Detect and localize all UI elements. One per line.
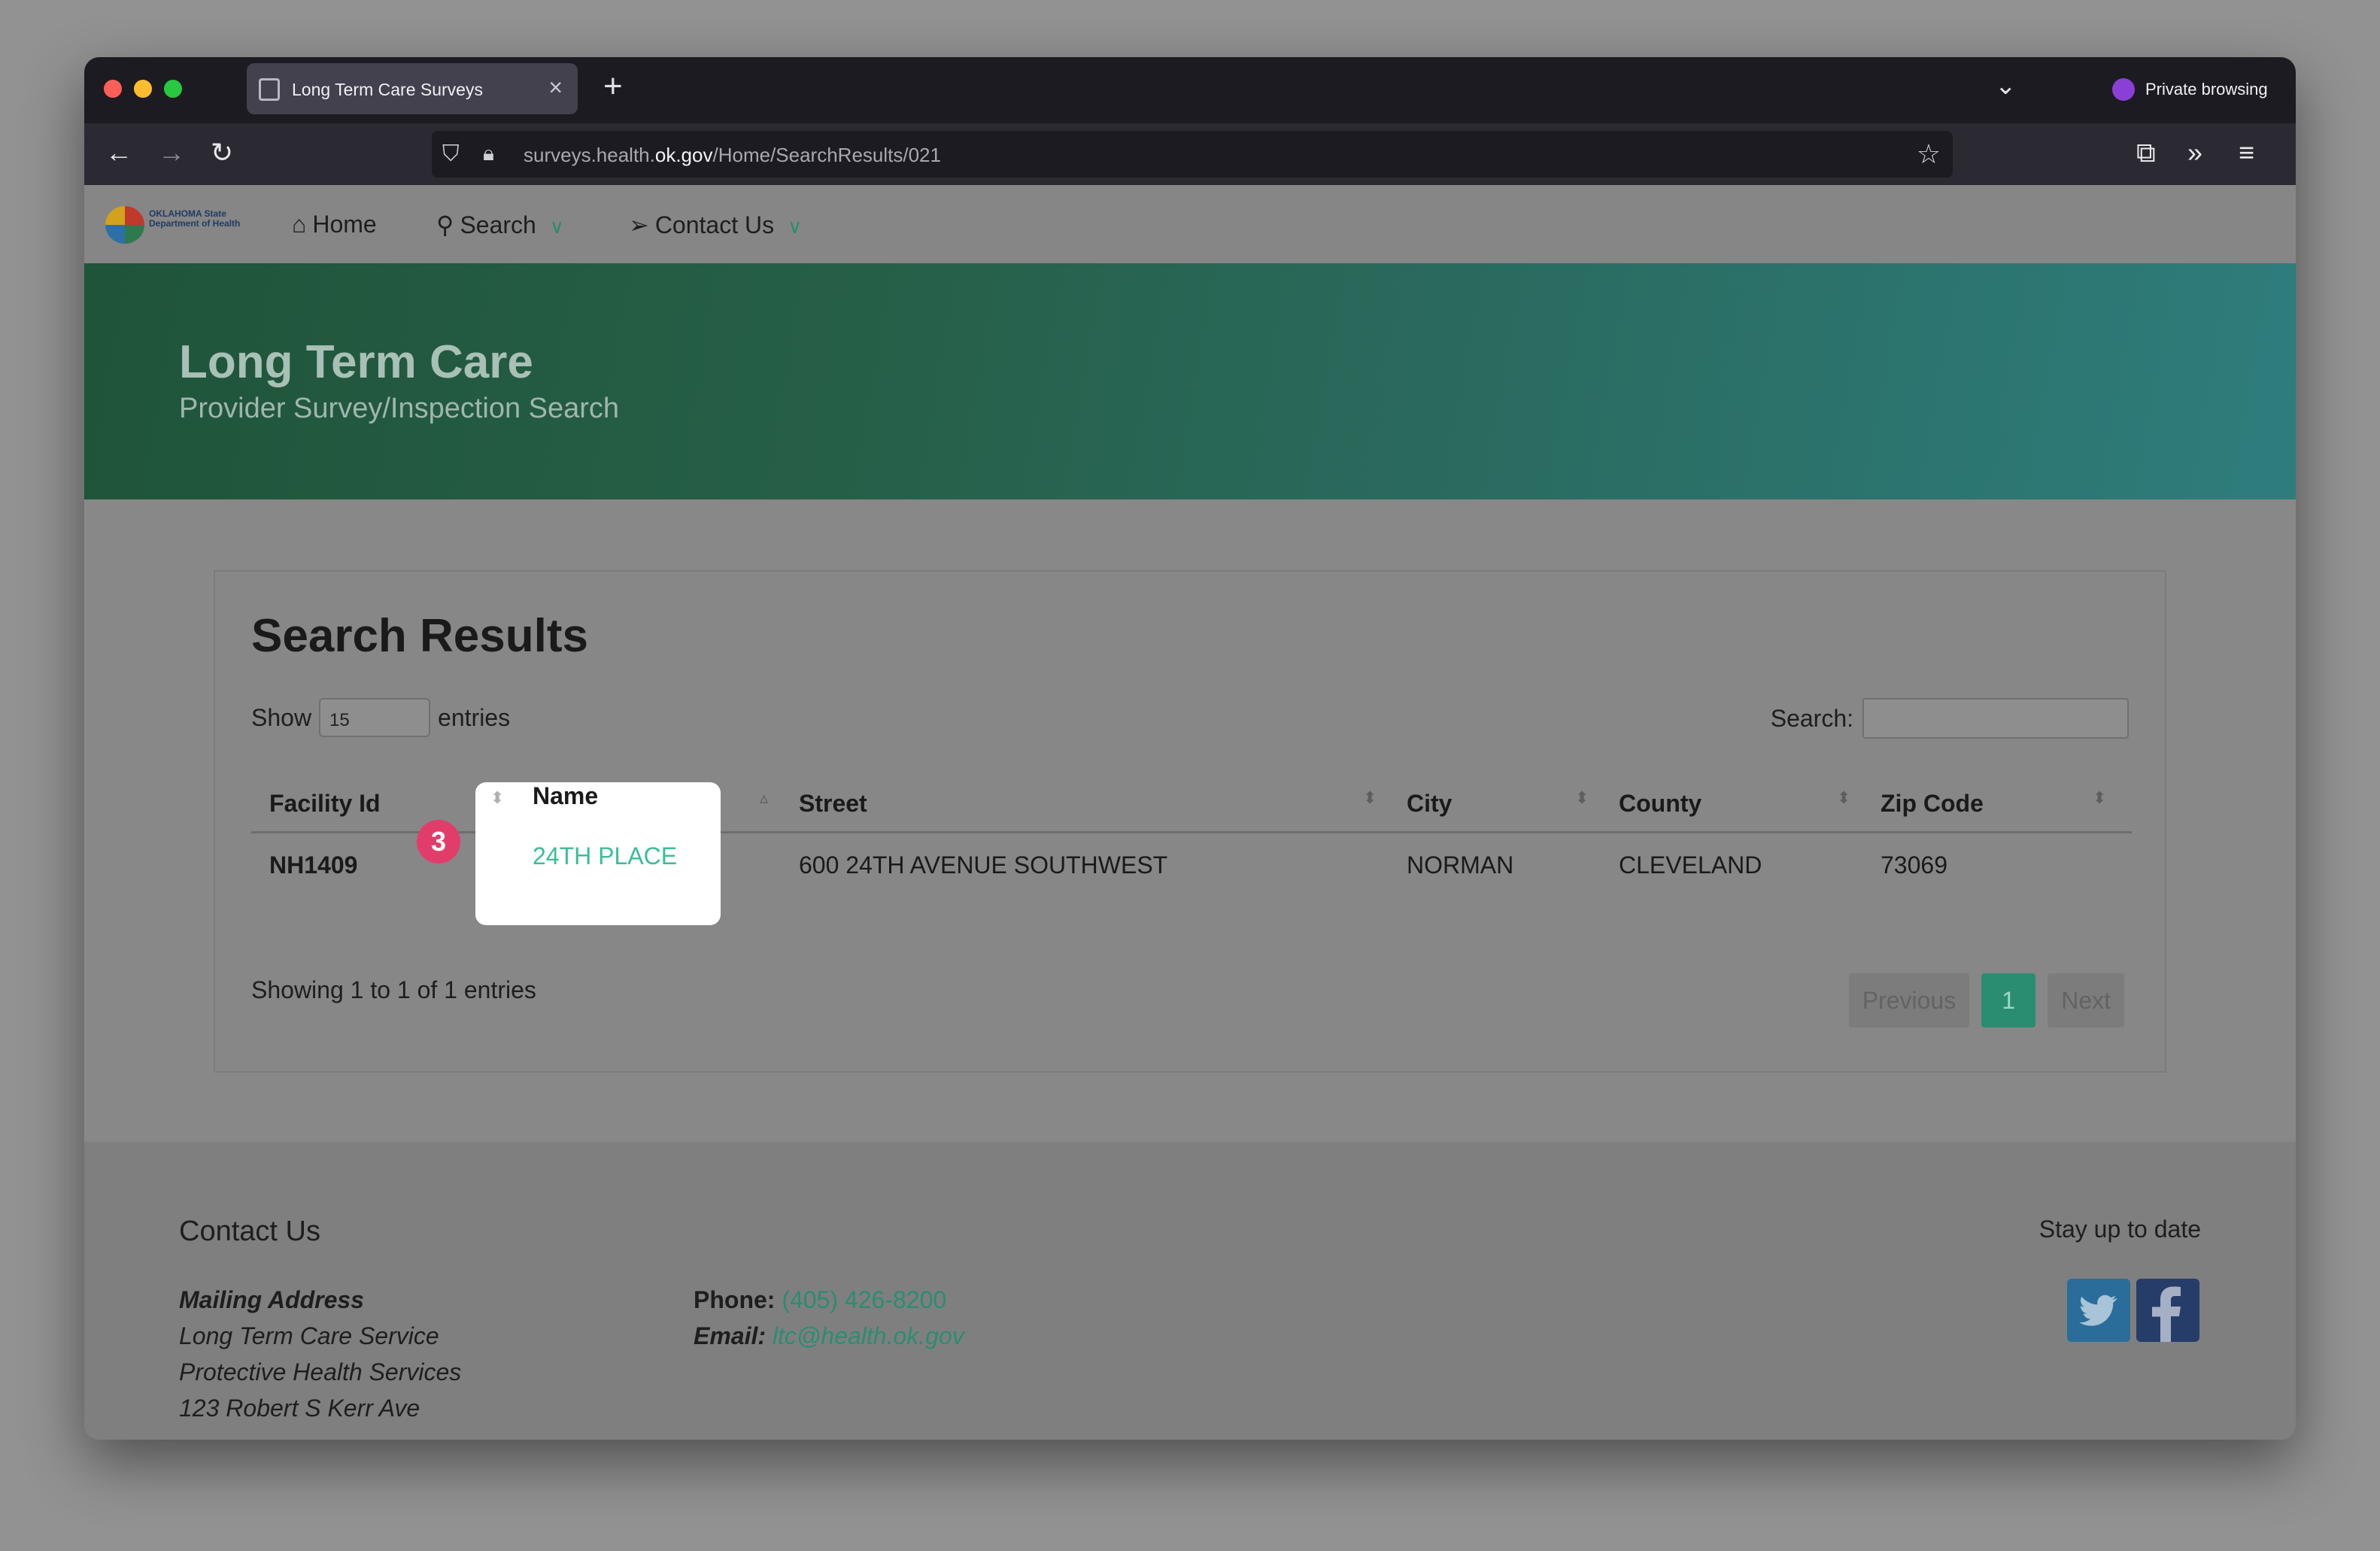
name-column-highlight: ⬍ Name 24TH PLACE [475, 782, 721, 925]
column-street[interactable]: Street [799, 790, 867, 818]
home-icon: ⌂ [292, 211, 307, 238]
search-input[interactable] [1862, 698, 2129, 739]
bookmark-star-icon[interactable]: ☆ [1917, 138, 1941, 170]
more-tools-icon[interactable]: » [2187, 137, 2202, 168]
pagination: Previous 1 Next [1848, 973, 2124, 1027]
logo-text: OKLAHOMA State Department of Health [149, 208, 241, 229]
back-arrow-icon[interactable]: ← [105, 137, 132, 168]
results-title: Search Results [251, 610, 588, 662]
step-badge: 3 [417, 820, 460, 864]
page-title: Long Term Care [179, 336, 533, 388]
phone-label: Phone: [694, 1286, 776, 1313]
osdh-logo[interactable]: OKLAHOMA State Department of Health [105, 203, 248, 245]
search-icon: ⚲ [436, 211, 454, 238]
sort-icon[interactable]: ⬍ [1837, 790, 1850, 806]
address-line: Protective Health Services [179, 1358, 462, 1386]
show-label: Show [251, 703, 312, 731]
address-line: Long Term Care Service [179, 1322, 439, 1349]
sort-icon[interactable]: ⬍ [1575, 790, 1589, 806]
nav-search[interactable]: ⚲ Search ∨ [436, 211, 564, 239]
twitter-icon[interactable] [2067, 1279, 2130, 1342]
mailing-address-label: Mailing Address [179, 1286, 364, 1313]
address-line: 123 Robert S Kerr Ave [179, 1395, 420, 1422]
cell-street: 600 24TH AVENUE SOUTHWEST [799, 851, 1168, 879]
search-label: Search: [1770, 704, 1853, 732]
sort-icon[interactable]: ⬍ [490, 790, 504, 806]
facility-name-link[interactable]: 24TH PLACE [533, 842, 677, 870]
column-name[interactable]: Name [533, 782, 598, 810]
column-zip-code[interactable]: Zip Code [1881, 790, 1984, 818]
chevron-down-icon: ∨ [788, 215, 803, 238]
minimize-window-button[interactable] [134, 80, 152, 98]
forward-arrow-icon[interactable]: → [158, 137, 185, 168]
browser-window: Long Term Care Surveys × + ⌄ Private bro… [84, 57, 2296, 1440]
column-county[interactable]: County [1619, 790, 1702, 818]
address-bar[interactable]: ⛉ 🔒︎ surveys.health.ok.gov/Home/SearchRe… [432, 131, 1953, 178]
column-facility-id[interactable]: Facility Id [269, 790, 381, 818]
private-browsing-icon [2112, 78, 2135, 101]
cell-city: NORMAN [1407, 851, 1514, 879]
reload-icon[interactable]: ↻ [211, 137, 233, 168]
table-search: Search: [1771, 698, 2129, 739]
tab-list-chevron-icon[interactable]: ⌄ [1995, 71, 2017, 101]
tab-title: Long Term Care Surveys [292, 80, 483, 99]
hamburger-menu-icon[interactable]: ≡ [2239, 137, 2254, 168]
page-subtitle: Provider Survey/Inspection Search [179, 393, 620, 424]
tab-bar: Long Term Care Surveys × + ⌄ Private bro… [84, 57, 2296, 123]
sort-icon[interactable]: ⬍ [1363, 790, 1377, 806]
results-card: Search Results Show 15 entries Search: F… [214, 570, 2166, 1073]
footer-title: Contact Us [179, 1216, 320, 1247]
column-city[interactable]: City [1407, 790, 1452, 818]
email-label: Email: [694, 1322, 767, 1349]
email-link[interactable]: ltc@health.ok.gov [773, 1322, 964, 1349]
next-page-button[interactable]: Next [2048, 973, 2124, 1027]
private-browsing-label: Private browsing [2145, 80, 2268, 99]
cell-county: CLEVELAND [1619, 851, 1762, 879]
nav-home[interactable]: ⌂ Home [292, 211, 377, 238]
footer: Contact Us Mailing Address Long Term Car… [84, 1142, 2296, 1440]
close-tab-icon[interactable]: × [548, 74, 563, 102]
url-text[interactable]: surveys.health.ok.gov/Home/SearchResults… [524, 144, 941, 167]
browser-tab[interactable]: Long Term Care Surveys × [247, 63, 578, 114]
main-content: Search Results Show 15 entries Search: F… [84, 499, 2296, 1142]
cell-facility-id: NH1409 [269, 851, 358, 879]
hero-banner: Long Term Care Provider Survey/Inspectio… [84, 263, 2296, 499]
chevron-down-icon: ∨ [549, 215, 564, 238]
sort-icon[interactable]: ⬍ [2093, 790, 2106, 806]
send-icon: ➢ [629, 211, 649, 238]
shield-icon[interactable]: ⛉ [442, 141, 460, 167]
page-1-button[interactable]: 1 [1981, 973, 2036, 1027]
new-tab-button[interactable]: + [603, 68, 623, 105]
entries-select[interactable]: 15 [319, 698, 431, 737]
close-window-button[interactable] [104, 80, 122, 98]
contact-details: Phone: (405) 426-8200 Email: ltc@health.… [694, 1282, 964, 1354]
logo-mark-icon [105, 206, 144, 244]
lock-icon[interactable]: 🔒︎ [483, 141, 494, 166]
cell-zip: 73069 [1881, 851, 1947, 879]
entries-label: entries [438, 703, 511, 731]
site-navbar: OKLAHOMA State Department of Health ⌂ Hom… [84, 185, 2296, 263]
nav-contact-us[interactable]: ➢ Contact Us ∨ [629, 211, 802, 239]
previous-page-button[interactable]: Previous [1848, 973, 1970, 1027]
sort-asc-icon[interactable]: ▵ [760, 790, 768, 806]
facebook-icon[interactable] [2136, 1279, 2199, 1343]
phone-link[interactable]: (405) 426-8200 [782, 1286, 946, 1313]
maximize-window-button[interactable] [164, 80, 182, 98]
page-length-control: Show 15 entries [251, 698, 510, 737]
mailing-address: Mailing Address Long Term Care Service P… [179, 1282, 461, 1426]
page-icon [259, 78, 280, 101]
table-info: Showing 1 to 1 of 1 entries [251, 976, 536, 1003]
extensions-icon[interactable]: ⧉ [2136, 137, 2156, 169]
stay-up-to-date-label: Stay up to date [2038, 1216, 2201, 1243]
navigation-toolbar: ← → ↻ ⛉ 🔒︎ surveys.health.ok.gov/Home/Se… [84, 123, 2296, 185]
